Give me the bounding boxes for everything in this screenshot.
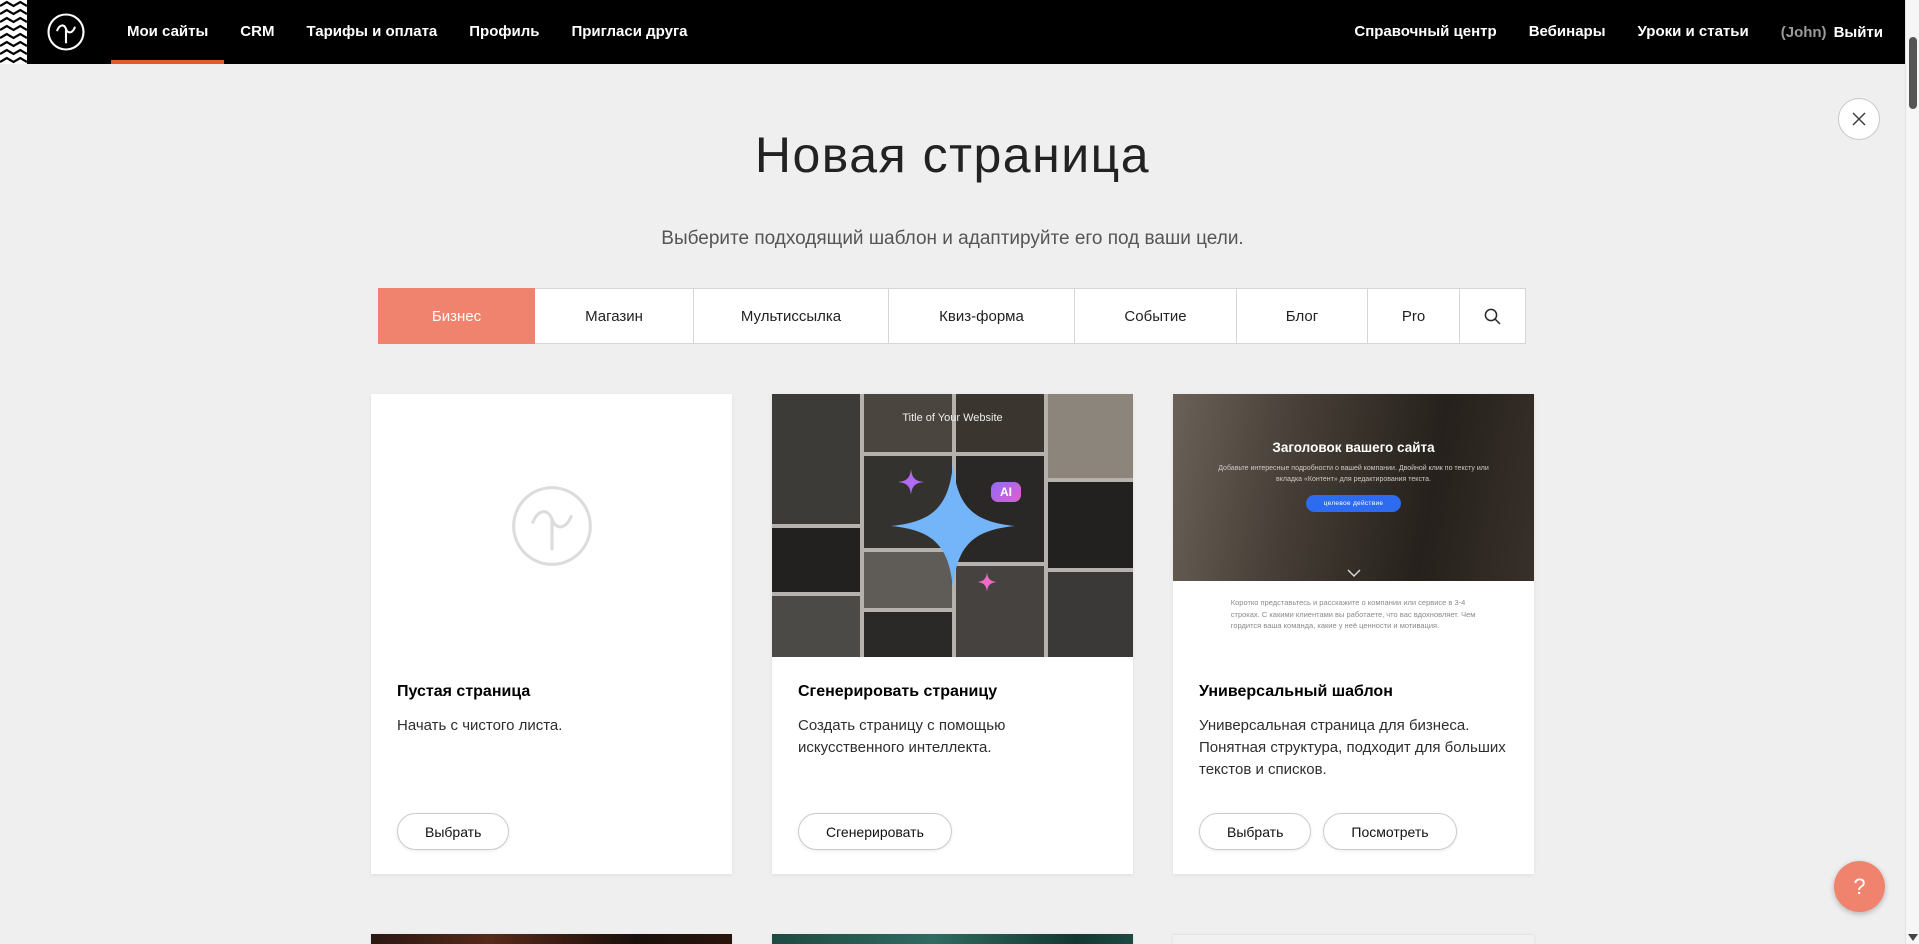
tab-pro[interactable]: Pro [1367,288,1460,344]
tab-multilink[interactable]: Мультиссылка [693,288,889,344]
zigzag-pattern [0,0,27,64]
ai-template-preview[interactable]: Title of Your Website AI [772,394,1133,657]
universal-template-preview[interactable]: Заголовок вашего сайта Добавьте интересн… [1173,394,1534,657]
template-card-partial [1173,934,1534,944]
tab-store[interactable]: Магазин [534,288,694,344]
card-title: Пустая страница [397,683,706,701]
scrollbar-thumb[interactable] [1909,37,1917,109]
ai-badge: AI [991,482,1021,502]
template-category-tabs: Бизнес Магазин Мультиссылка Квиз-форма С… [378,288,1526,344]
template-card-partial [371,934,732,944]
card-description: Начать с чистого листа. [397,715,706,737]
nav-my-sites[interactable]: Мои сайты [111,0,224,64]
generate-button[interactable]: Сгенерировать [798,813,952,850]
collage-tile [1048,394,1133,478]
nav-lessons[interactable]: Уроки и статьи [1622,0,1765,64]
collage-tile [1048,482,1133,568]
tilda-logo[interactable] [45,11,87,53]
template-hero-button: целевое действие [1306,495,1402,512]
tilda-logo-icon [45,11,87,53]
tab-blog[interactable]: Блог [1236,288,1368,344]
collage-tile [772,528,860,592]
card-description: Создать страницу с помощью искусственног… [798,715,1107,759]
scrollbar-down-arrow-icon[interactable] [1908,934,1918,941]
choose-blank-button[interactable]: Выбрать [397,813,509,850]
tab-business[interactable]: Бизнес [378,288,535,344]
template-card-universal: Заголовок вашего сайта Добавьте интересн… [1173,394,1534,874]
top-navbar: Мои сайты CRM Тарифы и оплата Профиль Пр… [0,0,1905,64]
close-button[interactable] [1838,98,1880,140]
nav-pricing[interactable]: Тарифы и оплата [290,0,453,64]
page-title: Новая страница [0,126,1905,184]
logout-link[interactable]: Выйти [1827,24,1883,41]
partial-template-preview[interactable] [772,934,1133,944]
template-hero: Заголовок вашего сайта Добавьте интересн… [1173,394,1534,581]
help-button-label: ? [1853,874,1865,900]
card-actions: Сгенерировать [798,813,952,850]
card-title: Сгенерировать страницу [798,683,1107,701]
user-name: (John) [1765,24,1827,41]
tab-quiz-form[interactable]: Квиз-форма [888,288,1075,344]
template-body: Коротко представьтесь и расскажите о ком… [1173,581,1534,657]
tab-event[interactable]: Событие [1074,288,1237,344]
ai-sparkle-icon [863,426,1043,626]
scrollbar[interactable] [1905,0,1919,944]
partial-template-preview[interactable] [1173,934,1534,944]
collage-tile [1048,572,1133,657]
card-title: Универсальный шаблон [1199,683,1508,701]
choose-universal-button[interactable]: Выбрать [1199,813,1311,850]
nav-help-center[interactable]: Справочный центр [1338,0,1512,64]
main-nav: Мои сайты CRM Тарифы и оплата Профиль Пр… [111,0,704,64]
collage-site-title: Title of Your Website [772,412,1133,424]
card-description: Универсальная страница для бизнеса. Поня… [1199,715,1508,780]
template-card-ai-generate: Title of Your Website AI Сге [772,394,1133,874]
close-icon [1851,111,1867,127]
partial-template-preview[interactable] [371,934,732,944]
tilda-watermark-icon [506,480,598,572]
template-card-partial [772,934,1133,944]
template-cards-grid: Пустая страница Начать с чистого листа. … [371,394,1534,944]
nav-crm[interactable]: CRM [224,0,290,64]
nav-webinars[interactable]: Вебинары [1513,0,1622,64]
template-hero-text: Добавьте интересные подробности о вашей … [1213,463,1495,485]
template-hero-title: Заголовок вашего сайта [1173,394,1534,455]
template-card-blank: Пустая страница Начать с чистого листа. … [371,394,732,874]
page-subtitle: Выберите подходящий шаблон и адаптируйте… [0,228,1905,250]
chevron-down-icon [1347,569,1361,577]
tab-search[interactable] [1459,288,1526,344]
nav-profile[interactable]: Профиль [453,0,555,64]
card-actions: Выбрать [397,813,509,850]
blank-template-preview[interactable] [371,394,732,657]
help-button[interactable]: ? [1834,861,1885,912]
nav-invite-friend[interactable]: Пригласи друга [555,0,703,64]
collage-tile [772,596,860,657]
secondary-nav: Справочный центр Вебинары Уроки и статьи… [1338,0,1905,64]
search-icon [1483,307,1502,326]
template-body-text: Коротко представьтесь и расскажите о ком… [1231,597,1476,632]
preview-universal-button[interactable]: Посмотреть [1323,813,1456,850]
card-actions: Выбрать Посмотреть [1199,813,1457,850]
